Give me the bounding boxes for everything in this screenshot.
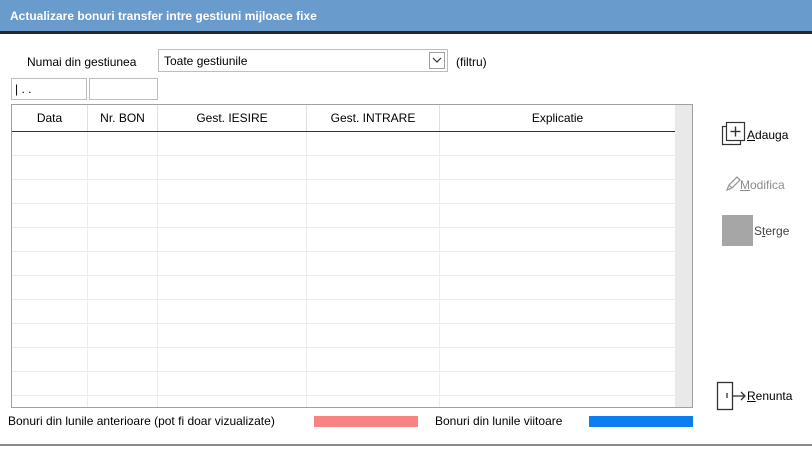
gestiune-filter-select[interactable]: Toate gestiunile xyxy=(158,49,448,72)
add-button-label: Adauga xyxy=(747,128,789,142)
vertical-scrollbar[interactable] xyxy=(675,105,692,407)
column-divider xyxy=(306,132,307,407)
row-divider xyxy=(12,155,675,156)
column-header-data[interactable]: Data xyxy=(12,105,88,131)
title-divider xyxy=(0,31,812,34)
legend-previous-months-label: Bonuri din lunile anterioare (pot fi doa… xyxy=(8,414,275,428)
bottom-divider xyxy=(0,444,812,446)
legend-future-months-swatch xyxy=(589,416,693,427)
date-input-value: | . . xyxy=(15,82,32,96)
delete-button[interactable]: Sterge xyxy=(722,215,802,247)
row-divider xyxy=(12,395,675,396)
window-title: Actualizare bonuri transfer intre gestiu… xyxy=(0,0,812,31)
delete-icon xyxy=(722,215,753,246)
row-divider xyxy=(12,323,675,324)
row-divider xyxy=(12,227,675,228)
column-divider xyxy=(157,132,158,407)
row-divider xyxy=(12,371,675,372)
legend-future-months-label: Bonuri din lunile viitoare xyxy=(435,414,563,428)
legend-previous-months-swatch xyxy=(314,416,418,427)
row-divider xyxy=(12,203,675,204)
add-button[interactable]: Adauga xyxy=(720,121,800,149)
delete-button-label: Sterge xyxy=(754,224,790,238)
filter-hint: (filtru) xyxy=(456,55,487,69)
column-divider xyxy=(87,132,88,407)
table-header: Data Nr. BON Gest. IESIRE Gest. INTRARE … xyxy=(12,105,675,132)
row-divider xyxy=(12,299,675,300)
modify-button[interactable]: Modifica xyxy=(720,172,800,196)
row-divider xyxy=(12,347,675,348)
add-icon xyxy=(721,121,746,146)
row-divider xyxy=(12,251,675,252)
date-input[interactable]: | . . xyxy=(11,78,87,100)
exit-door-icon xyxy=(716,381,746,411)
modify-button-label: Modifica xyxy=(740,178,785,192)
column-header-explicatie[interactable]: Explicatie xyxy=(440,105,675,131)
cancel-button[interactable]: Renunta xyxy=(714,380,806,412)
column-header-gest-iesire[interactable]: Gest. IESIRE xyxy=(158,105,307,131)
cancel-button-label: Renunta xyxy=(747,389,793,403)
row-divider xyxy=(12,275,675,276)
gestiune-filter-value: Toate gestiunile xyxy=(164,54,248,68)
row-divider xyxy=(12,179,675,180)
transfer-table[interactable]: Data Nr. BON Gest. IESIRE Gest. INTRARE … xyxy=(11,104,693,408)
filter-label: Numai din gestiunea xyxy=(27,55,137,69)
bon-number-input[interactable] xyxy=(89,78,158,100)
column-divider xyxy=(439,132,440,407)
column-header-gest-intrare[interactable]: Gest. INTRARE xyxy=(307,105,440,131)
chevron-down-icon xyxy=(432,57,442,63)
dropdown-button[interactable] xyxy=(429,52,445,69)
column-header-nr-bon[interactable]: Nr. BON xyxy=(88,105,158,131)
